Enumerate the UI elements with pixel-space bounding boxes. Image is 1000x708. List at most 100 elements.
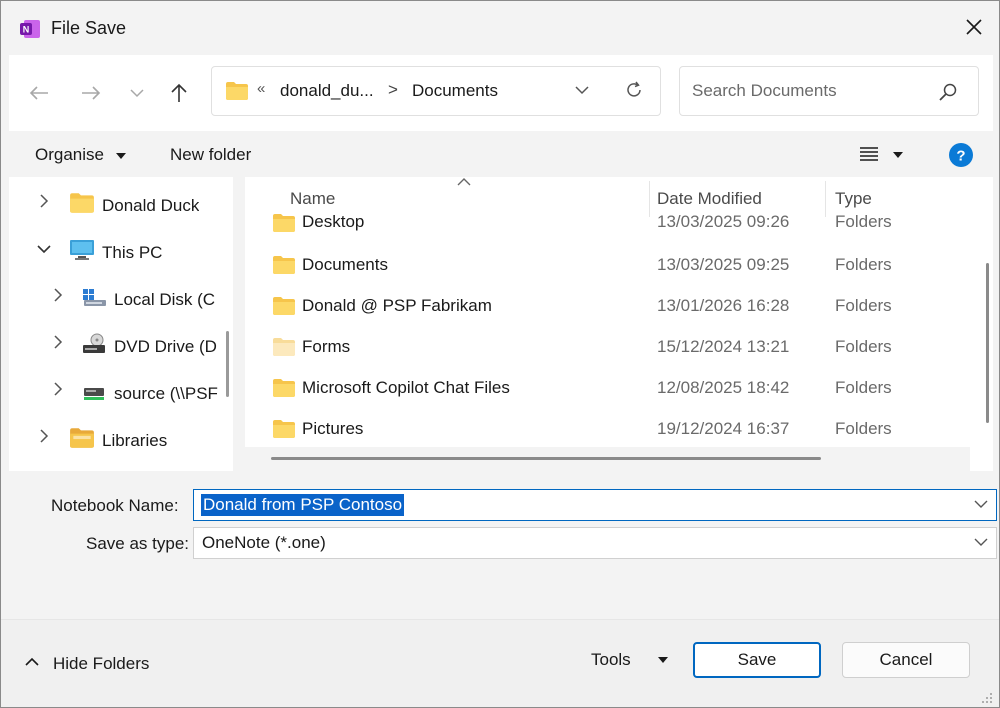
close-button[interactable] — [956, 9, 992, 45]
file-type: Folders — [835, 378, 892, 397]
table-row[interactable]: Forms 15/12/2024 13:21 Folders — [245, 327, 970, 368]
view-options-button[interactable] — [859, 145, 904, 168]
navigation-pane: Donald Duck This PC Local Disk (C DVD Dr… — [9, 177, 233, 471]
nav-item-label: This PC — [102, 243, 163, 262]
table-row[interactable]: Donald @ PSP Fabrikam 13/01/2026 16:28 F… — [245, 286, 970, 327]
file-type: Folders — [835, 212, 892, 231]
refresh-icon[interactable] — [624, 80, 644, 100]
file-type: Folders — [835, 419, 892, 438]
nav-item-label: DVD Drive (D — [114, 337, 217, 356]
file-list: Name Date Modified Type Desktop 13/03/20… — [245, 177, 993, 471]
folder-icon — [273, 214, 295, 232]
folder-icon — [273, 256, 295, 274]
search-input[interactable]: Search Documents — [692, 81, 837, 101]
horizontal-scrollbar[interactable] — [271, 457, 821, 460]
save-as-type-label: Save as type: — [86, 534, 190, 553]
folder-icon — [70, 193, 94, 213]
address-row: « donald_du... > Documents Search Docume… — [9, 55, 993, 131]
arrow-left-icon — [29, 86, 48, 100]
back-button[interactable] — [23, 77, 55, 109]
nav-item-donald-duck[interactable]: Donald Duck — [9, 182, 219, 222]
nav-item-label: Donald Duck — [102, 196, 200, 215]
file-type: Folders — [835, 296, 892, 315]
file-name: Forms — [302, 337, 351, 356]
file-date: 13/03/2025 09:26 — [657, 212, 790, 231]
tools-menu[interactable]: Tools — [591, 650, 631, 670]
file-name: Desktop — [302, 212, 365, 231]
chevron-down-icon — [130, 89, 144, 98]
overflow-chevron[interactable]: « — [257, 80, 265, 97]
nav-item-libraries[interactable]: Libraries — [9, 417, 219, 457]
svg-text:?: ? — [956, 148, 965, 165]
folder-icon — [273, 338, 295, 356]
folder-icon — [273, 297, 295, 315]
caret-down-icon[interactable] — [657, 656, 669, 664]
nav-item-this-pc[interactable]: This PC — [9, 229, 219, 269]
nav-item-source[interactable]: source (\\PSF — [9, 370, 219, 410]
table-row[interactable]: Desktop 13/03/2025 09:26 Folders — [245, 203, 970, 244]
list-view-icon — [860, 147, 878, 161]
table-row[interactable]: Documents 13/03/2025 09:25 Folders — [245, 245, 970, 286]
pane-splitter[interactable] — [233, 177, 245, 471]
libraries-icon — [70, 428, 94, 448]
chevron-down-icon[interactable] — [574, 82, 590, 98]
chevron-right-icon[interactable] — [53, 335, 63, 349]
onenote-icon: N — [20, 20, 40, 38]
chevron-right-icon[interactable] — [53, 382, 63, 396]
save-as-type-select[interactable]: OneNote (*.one) — [193, 527, 997, 559]
file-name: Donald @ PSP Fabrikam — [302, 296, 492, 315]
up-button[interactable] — [163, 77, 195, 109]
nav-pane-scrollbar[interactable] — [226, 331, 229, 397]
caret-down-icon — [892, 152, 903, 158]
table-row[interactable]: Pictures 19/12/2024 16:37 Folders — [245, 409, 970, 450]
notebook-name-value[interactable]: Donald from PSP Contoso — [201, 494, 405, 516]
chevron-right-icon[interactable] — [53, 288, 63, 302]
close-icon — [966, 19, 982, 35]
nav-item-label: Libraries — [102, 431, 168, 450]
window-title: File Save — [51, 18, 127, 38]
breadcrumb-documents[interactable]: Documents — [412, 81, 498, 101]
help-icon: ? — [949, 143, 973, 167]
horizontal-scrollbar-track — [245, 447, 970, 471]
save-as-type-value: OneNote (*.one) — [202, 533, 326, 552]
nav-item-local-disk[interactable]: Local Disk (C — [9, 276, 219, 316]
sort-ascending-icon — [457, 178, 471, 186]
hide-folders-label: Hide Folders — [53, 654, 150, 673]
file-name: Pictures — [302, 419, 364, 438]
chevron-right-icon[interactable] — [39, 429, 49, 443]
breadcrumb-donald[interactable]: donald_du... — [280, 81, 374, 101]
chevron-down-icon[interactable] — [37, 244, 51, 254]
caret-down-icon — [115, 153, 126, 159]
organise-menu[interactable]: Organise — [35, 145, 127, 165]
chevron-down-icon[interactable] — [974, 499, 988, 509]
arrow-up-icon — [171, 83, 187, 102]
recent-locations-button[interactable] — [121, 77, 153, 109]
command-bar: Organise New folder ? — [9, 133, 993, 177]
resize-grip-icon[interactable] — [981, 692, 993, 704]
vertical-scrollbar[interactable] — [986, 263, 989, 423]
dvd-drive-icon — [83, 333, 105, 353]
folder-icon — [273, 420, 295, 438]
arrow-right-icon — [82, 86, 101, 100]
chevron-down-icon[interactable] — [974, 537, 988, 547]
search-icon — [939, 83, 957, 101]
save-button[interactable]: Save — [693, 642, 821, 678]
file-date: 13/03/2025 09:25 — [657, 255, 790, 274]
computer-icon — [70, 240, 94, 260]
file-name: Microsoft Copilot Chat Files — [302, 378, 510, 397]
notebook-name-field[interactable]: Donald from PSP Contoso — [193, 489, 997, 521]
dialog-footer: Hide Folders Tools Save Cancel — [1, 619, 999, 707]
search-box[interactable]: Search Documents — [679, 66, 979, 116]
cancel-button[interactable]: Cancel — [842, 642, 970, 678]
table-row[interactable]: Microsoft Copilot Chat Files 12/08/2025 … — [245, 368, 970, 409]
file-date: 12/08/2025 18:42 — [657, 378, 790, 397]
forward-button[interactable] — [75, 77, 107, 109]
nav-item-label: source (\\PSF — [114, 384, 218, 403]
new-folder-button[interactable]: New folder — [170, 145, 251, 165]
notebook-name-label: Notebook Name: — [51, 496, 179, 515]
folder-icon — [273, 379, 295, 397]
nav-item-dvd-drive[interactable]: DVD Drive (D — [9, 323, 219, 363]
help-button[interactable]: ? — [949, 143, 973, 172]
chevron-right-icon[interactable] — [39, 194, 49, 208]
address-bar[interactable]: « donald_du... > Documents — [211, 66, 661, 116]
